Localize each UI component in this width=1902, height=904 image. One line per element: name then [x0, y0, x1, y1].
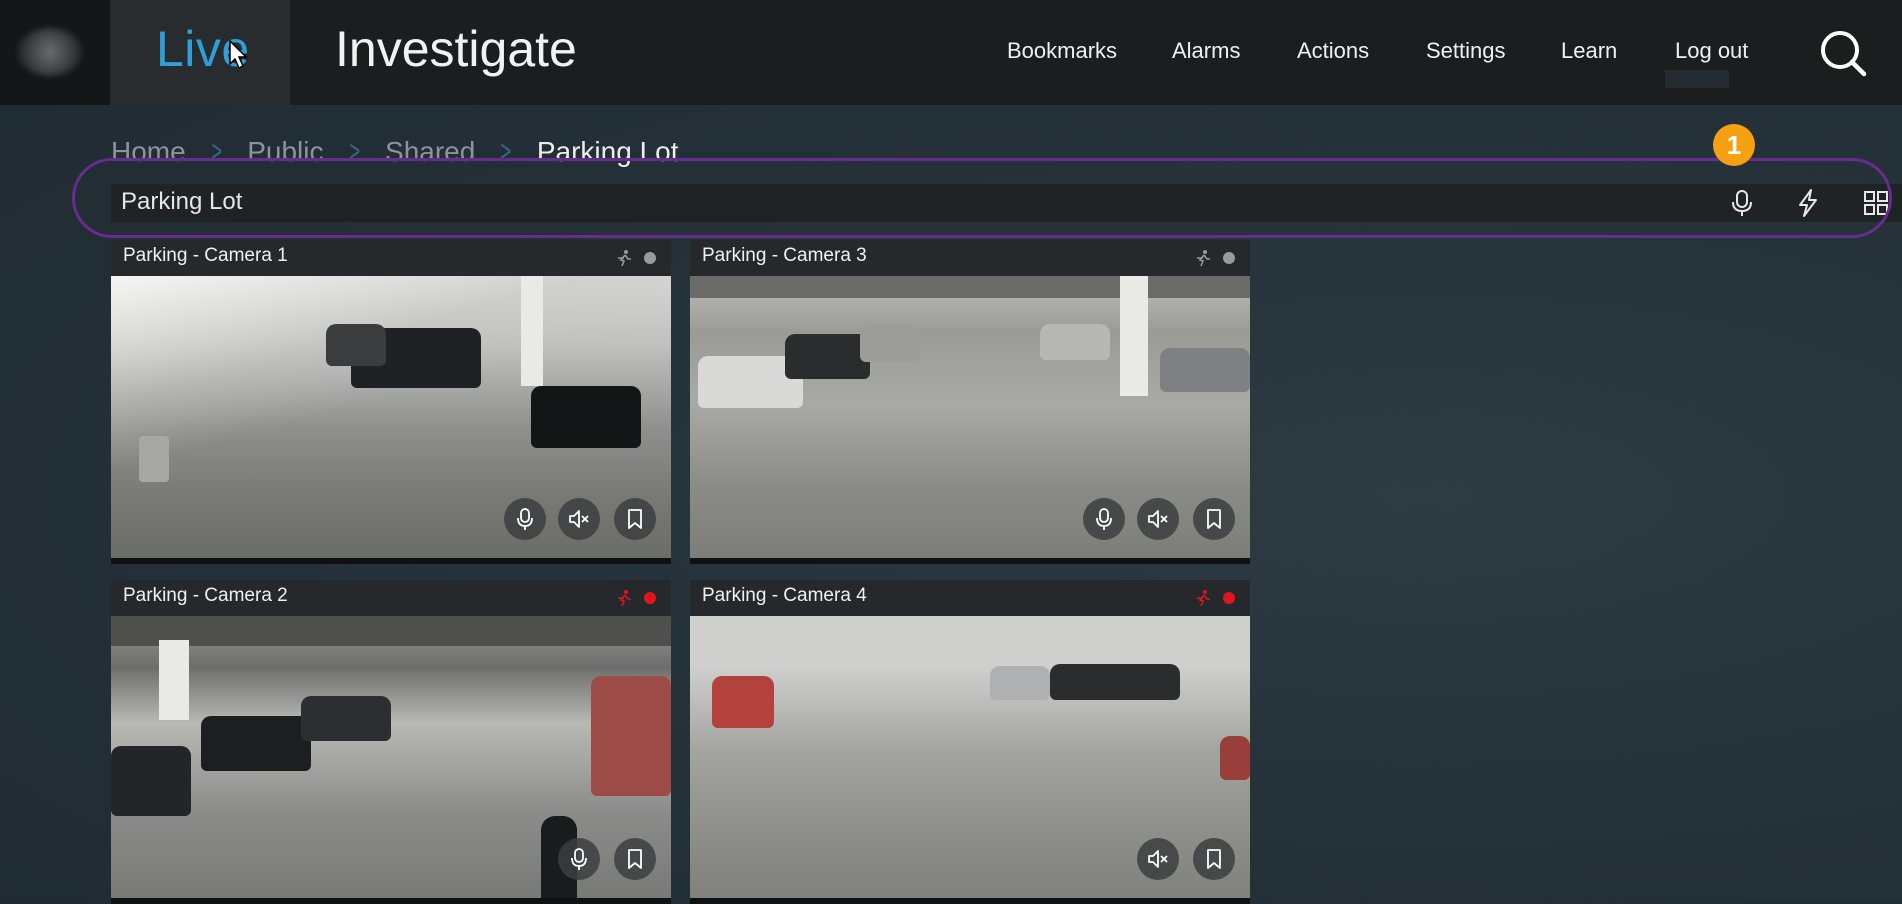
logo: [0, 0, 110, 105]
logout-underline: [1665, 70, 1729, 88]
logo-mark: [18, 28, 82, 76]
bookmark-button[interactable]: [614, 498, 656, 540]
camera-tile-1[interactable]: Parking - Camera 1: [111, 240, 671, 564]
search-icon[interactable]: [1818, 28, 1868, 78]
feed-car: [860, 326, 920, 362]
feed-car: [301, 696, 391, 741]
feed-car: [591, 676, 671, 796]
feed-car: [1040, 324, 1110, 360]
microphone-icon: [571, 848, 587, 870]
motion-icon: [618, 590, 631, 607]
feed-car: [201, 716, 311, 771]
feed-ceiling: [111, 616, 671, 646]
camera-tile-header: Parking - Camera 2: [111, 580, 671, 616]
feed-pillar: [159, 640, 189, 720]
nav-learn[interactable]: Learn: [1561, 38, 1617, 64]
feed-car: [326, 324, 386, 366]
feed-car: [990, 666, 1050, 700]
feed-windows: [690, 616, 1250, 662]
recording-status-dot: [644, 592, 656, 604]
feed-pillar: [521, 276, 543, 386]
camera-tile-header: Parking - Camera 4: [690, 580, 1250, 616]
recording-status-dot: [1223, 592, 1235, 604]
tab-investigate[interactable]: Investigate: [335, 20, 577, 78]
tile-bottom-edge: [690, 558, 1250, 564]
bookmark-button[interactable]: [614, 838, 656, 880]
bookmark-icon: [1207, 849, 1221, 869]
feed-car: [531, 386, 641, 448]
camera-name: Parking - Camera 3: [702, 245, 867, 266]
camera-tile-4[interactable]: Parking - Camera 4: [690, 580, 1250, 904]
feed-car: [785, 334, 870, 379]
bookmark-icon: [628, 509, 642, 529]
tile-bottom-edge: [111, 558, 671, 564]
recording-status-dot: [1223, 252, 1235, 264]
speaker-mute-button[interactable]: [558, 498, 600, 540]
motion-icon: [618, 250, 631, 267]
tile-bottom-edge: [111, 898, 671, 904]
bookmark-icon: [1207, 509, 1221, 529]
nav-actions[interactable]: Actions: [1297, 38, 1369, 64]
tile-bottom-edge: [690, 898, 1250, 904]
tab-live[interactable]: Live: [110, 0, 290, 105]
top-navigation-bar: Live Investigate Bookmarks Alarms Action…: [0, 0, 1902, 105]
callout-badge: 1: [1713, 124, 1755, 166]
bookmark-icon: [628, 849, 642, 869]
speaker-muted-icon: [1148, 850, 1168, 868]
feed-pillar: [1120, 276, 1148, 396]
feed-bin: [139, 436, 169, 482]
microphone-icon: [517, 508, 533, 530]
camera-name: Parking - Camera 4: [702, 585, 867, 606]
nav-settings[interactable]: Settings: [1426, 38, 1506, 64]
feed-car: [712, 676, 774, 728]
feed-car: [1160, 348, 1250, 392]
speaker-mute-button[interactable]: [1137, 498, 1179, 540]
camera-tile-2[interactable]: Parking - Camera 2: [111, 580, 671, 904]
nav-log-out[interactable]: Log out: [1675, 38, 1748, 64]
camera-tile-header: Parking - Camera 3: [690, 240, 1250, 276]
feed-car: [1220, 736, 1250, 780]
nav-bookmarks[interactable]: Bookmarks: [1007, 38, 1117, 64]
feed-ceiling: [690, 276, 1250, 298]
talk-button[interactable]: [558, 838, 600, 880]
talk-button[interactable]: [504, 498, 546, 540]
motion-icon: [1197, 590, 1210, 607]
bookmark-button[interactable]: [1193, 498, 1235, 540]
microphone-icon: [1096, 508, 1112, 530]
bookmark-button[interactable]: [1193, 838, 1235, 880]
speaker-mute-button[interactable]: [1137, 838, 1179, 880]
camera-name: Parking - Camera 1: [123, 245, 288, 266]
recording-status-dot: [644, 252, 656, 264]
feed-car: [111, 746, 191, 816]
speaker-muted-icon: [569, 510, 589, 528]
camera-tile-header: Parking - Camera 1: [111, 240, 671, 276]
talk-button[interactable]: [1083, 498, 1125, 540]
feed-car: [1050, 664, 1180, 700]
mouse-cursor-icon: [229, 40, 248, 70]
highlight-outline: [72, 158, 1892, 238]
motion-icon: [1197, 250, 1210, 267]
camera-name: Parking - Camera 2: [123, 585, 288, 606]
speaker-muted-icon: [1148, 510, 1168, 528]
camera-tile-3[interactable]: Parking - Camera 3: [690, 240, 1250, 564]
nav-alarms[interactable]: Alarms: [1172, 38, 1240, 64]
